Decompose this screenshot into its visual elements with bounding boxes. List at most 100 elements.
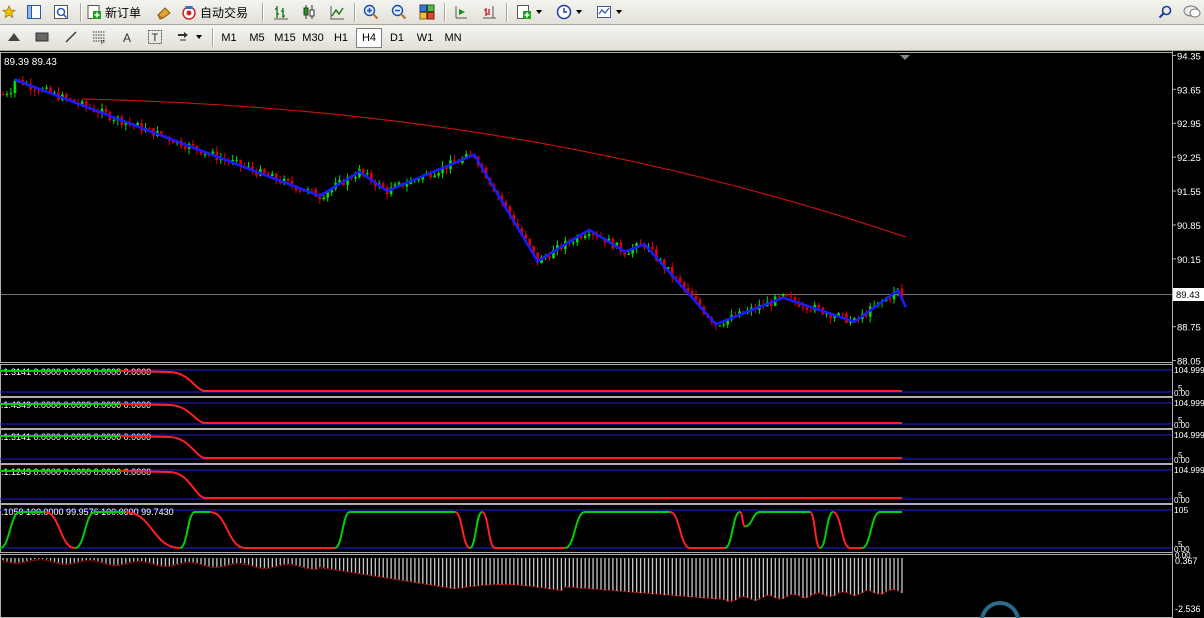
auto-scroll-icon[interactable] [450,2,472,22]
histogram-bar [97,558,99,562]
periods-dropdown[interactable] [552,2,586,22]
rectangle-icon[interactable] [31,27,53,47]
text-icon[interactable]: A [116,27,138,47]
histogram-bar [441,558,444,588]
toolbar-separator [80,3,81,22]
metaeditor-icon[interactable] [154,2,174,22]
histogram-bar [121,558,123,565]
zoom-in-icon[interactable] [360,2,382,22]
trendline-icon[interactable] [60,27,82,47]
histogram-bar [632,558,634,593]
histogram-bar [275,558,277,567]
histogram-bar [806,558,808,599]
histogram-bar [568,558,570,588]
histogram-bar [679,558,681,597]
text-label-icon[interactable]: T [144,27,166,47]
histogram-bar [901,558,903,593]
histogram-bar [378,558,380,577]
histogram-bar [667,558,669,596]
bar-chart-icon[interactable] [270,2,292,22]
indicator-tick-top: 104.999 [1174,365,1204,375]
main-chart-border [0,52,1173,363]
candle-body [789,296,793,298]
histogram-bar [552,558,555,590]
line-chart-icon[interactable] [326,2,348,22]
histogram-bar [410,558,412,582]
timeframe-m1[interactable]: M1 [216,28,242,48]
candle-body [1,94,5,96]
histogram-bar [259,558,262,568]
candle-body [437,173,440,176]
candle-body [433,175,436,178]
histogram-bar [319,558,321,567]
histogram-bar [600,558,602,590]
candlestick-chart-icon[interactable] [298,2,320,22]
histogram-bar [22,558,24,562]
histogram-bar [711,558,713,599]
toolbar-separator [212,28,213,47]
timeframe-m30[interactable]: M30 [300,28,326,48]
histogram-bar [61,558,64,564]
histogram-bar [489,558,491,585]
oscillator-segment [481,511,496,549]
timeframe-w1[interactable]: W1 [412,28,438,48]
oscillator-segment [819,511,834,549]
histogram-bar [152,558,155,564]
indicator-tick-bottom: 0.00 [1174,456,1190,465]
histogram-bar [117,558,119,565]
search-icon[interactable] [1156,2,1174,22]
floating-widget-icon[interactable] [980,601,1020,618]
histogram-bar [283,558,285,565]
zoom-out-icon[interactable] [388,2,410,22]
histogram-bar [295,558,297,565]
indicator-panel-2: .1.4349 0.0000 0.0000 0.0000 0.0000 104.9… [0,397,1204,430]
data-window-icon[interactable] [24,2,44,22]
histogram-bar [69,558,72,564]
candle-body [263,168,266,174]
templates-dropdown[interactable] [592,2,626,22]
indicator-tick-bottom: 0.00 [1174,421,1190,430]
histogram-bar [382,558,384,578]
histogram-bar [279,558,281,566]
histogram-bar [517,558,519,586]
oscillator-segment [469,511,483,549]
histogram-bar [719,558,721,600]
star-icon[interactable] [0,2,18,22]
toolbar-separator [262,3,263,22]
candle-body [583,235,587,239]
histogram-bar [418,558,420,584]
triangle-icon[interactable] [4,27,24,47]
histogram-bar [148,558,151,563]
timeframe-mn[interactable]: MN [440,28,466,48]
histogram-bar [469,558,471,587]
candle-body [191,143,195,146]
arrows-dropdown[interactable] [172,27,206,47]
arrow-icon [177,32,188,41]
new-order-button[interactable]: 新订单 [86,2,148,22]
oscillator-segment [724,511,741,549]
candle-body [694,295,698,300]
histogram-bar [556,558,559,591]
histogram-bar [370,558,372,576]
navigator-icon[interactable] [51,2,71,22]
chart-area: 89.39 89.43 94.35 93.65 92.95 92.25 91.55 90.… [0,51,1204,618]
timeframe-m15[interactable]: M15 [272,28,298,48]
price-tick-label: 90.85 [1177,221,1201,232]
timeframe-h4[interactable]: H4 [356,28,382,48]
histogram-bar [184,558,186,563]
tile-windows-icon[interactable] [416,2,438,22]
histogram-bar [232,558,234,564]
timeframe-m5[interactable]: M5 [244,28,270,48]
auto-trading-button[interactable]: 自动交易 [181,2,255,22]
price-tick-label: 92.95 [1177,119,1201,130]
timeframe-d1[interactable]: D1 [384,28,410,48]
candle-body [718,325,722,327]
chat-icon[interactable] [1182,2,1202,22]
histogram-bar [810,558,812,597]
timeframe-h1[interactable]: H1 [328,28,354,48]
chart-shift-icon[interactable] [478,2,500,22]
histogram-bar [30,558,32,561]
histogram-bar [861,558,864,593]
indicators-dropdown[interactable] [512,2,546,22]
fibonacci-icon[interactable]: F [88,27,110,47]
